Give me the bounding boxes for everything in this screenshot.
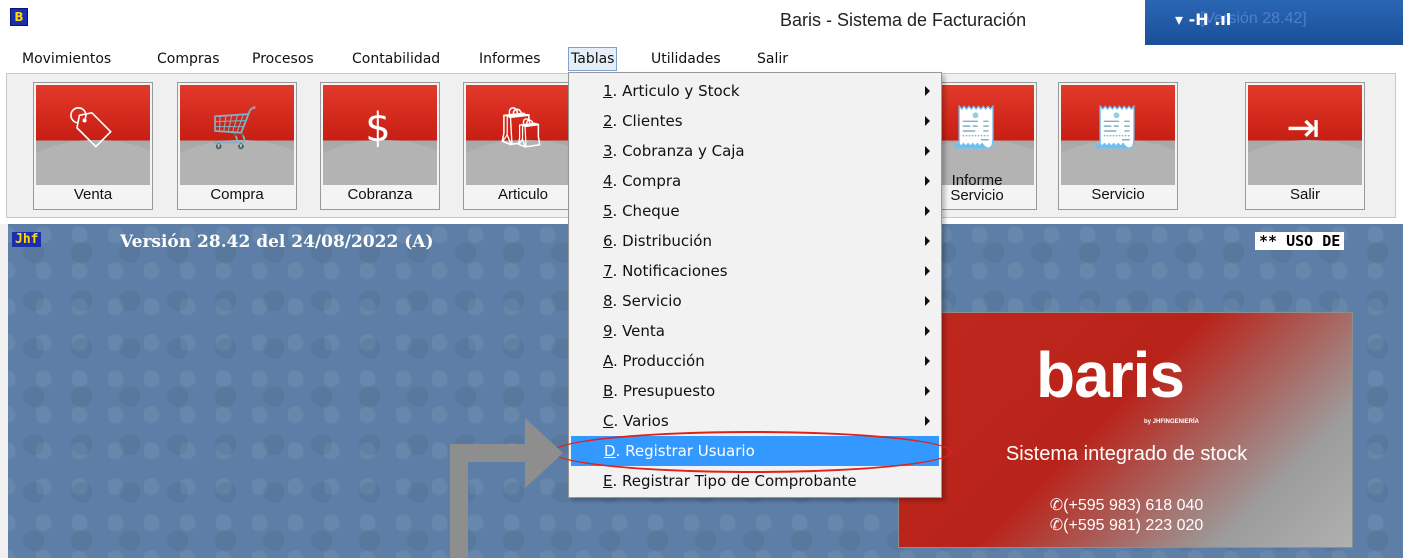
dropdown-item-distribucion[interactable]: 6. Distribución [570, 226, 940, 256]
compra-button[interactable]: 🛒 Compra [177, 82, 297, 210]
item-text: . Presupuesto [613, 382, 716, 400]
item-key: 2 [603, 112, 613, 130]
version-text: Versión 28.42 del 24/08/2022 (A) [120, 232, 434, 252]
item-text: . Venta [612, 322, 665, 340]
venta-button[interactable]: 🏷 Venta [33, 82, 153, 210]
item-text: . Cobranza y Caja [612, 142, 745, 160]
item-key: 9 [603, 322, 613, 340]
dropdown-item-articulo-stock[interactable]: 1. Articulo y Stock [570, 76, 940, 106]
bag-icon: 🛍 [495, 105, 547, 151]
dropdown-item-presupuesto[interactable]: B. Presupuesto [570, 376, 940, 406]
item-key: 1 [603, 82, 613, 100]
dropdown-item-servicio[interactable]: 8. Servicio [570, 286, 940, 316]
item-text: . Varios [613, 412, 669, 430]
pointer-arrow-icon [525, 418, 563, 488]
dropdown-item-compra[interactable]: 4. Compra [570, 166, 940, 196]
banner-phone-2: ✆(+595 981) 223 020 [1049, 517, 1204, 534]
baris-logo: baris [1036, 339, 1185, 411]
submenu-arrow-icon [925, 326, 930, 336]
menu-bar: Movimientos Compras Procesos Contabilida… [0, 45, 1403, 73]
venta-label: Venta [73, 186, 113, 203]
money-hand-icon: $ [365, 105, 391, 151]
servicio-label: Servicio [1091, 186, 1145, 203]
app-icon[interactable]: B [10, 8, 28, 26]
exit-icon: ⇥ [1286, 105, 1320, 151]
submenu-arrow-icon [925, 206, 930, 216]
dropdown-item-venta[interactable]: 9. Venta [570, 316, 940, 346]
menu-procesos[interactable]: Procesos [250, 47, 316, 71]
menu-compras[interactable]: Compras [155, 47, 222, 71]
submenu-arrow-icon [925, 176, 930, 186]
item-key: 6 [603, 232, 613, 250]
item-text: . Cheque [612, 202, 680, 220]
submenu-arrow-icon [925, 116, 930, 126]
cobranza-button[interactable]: $ Cobranza [320, 82, 440, 210]
cart-icon: 🛒 [210, 105, 260, 151]
jhf-badge: Jhf [12, 232, 42, 247]
dropdown-item-produccion[interactable]: A. Producción [570, 346, 940, 376]
invoice-icon: 🧾 [950, 105, 1000, 151]
submenu-arrow-icon [925, 296, 930, 306]
item-text: . Producción [613, 352, 705, 370]
submenu-arrow-icon [925, 416, 930, 426]
banner-phone-1: ✆(+595 983) 618 040 [1049, 497, 1204, 514]
invoice-hand-icon: 🧾 [1091, 105, 1141, 151]
menu-movimientos[interactable]: Movimientos [20, 47, 113, 71]
item-text: . Servicio [612, 292, 682, 310]
submenu-arrow-icon [925, 146, 930, 156]
menu-tablas[interactable]: Tablas [568, 47, 618, 71]
submenu-arrow-icon [925, 86, 930, 96]
item-text: . Clientes [612, 112, 683, 130]
banner-subtitle: Sistema integrado de stock [1005, 443, 1248, 465]
pointer-arrow-bend [450, 444, 530, 462]
left-strip [0, 224, 8, 558]
pointer-arrow-shaft [450, 462, 468, 558]
baris-banner: baris by JHFINGENIERÍA Sistema integrado… [898, 312, 1353, 548]
item-text: . Compra [612, 172, 682, 190]
window-title: Baris - Sistema de Facturación [780, 10, 1027, 30]
menu-contabilidad[interactable]: Contabilidad [350, 47, 442, 71]
servicio-button[interactable]: 🧾 Servicio [1058, 82, 1178, 210]
item-text: . Registrar Tipo de Comprobante [612, 472, 857, 490]
banner-by-text: by JHFINGENIERÍA [1144, 419, 1200, 425]
item-text: . Articulo y Stock [612, 82, 740, 100]
dropdown-item-cheque[interactable]: 5. Cheque [570, 196, 940, 226]
tag-icon: 🏷 [65, 105, 117, 151]
item-key: 5 [603, 202, 613, 220]
item-text: . Notificaciones [612, 262, 728, 280]
dropdown-item-notificaciones[interactable]: 7. Notificaciones [570, 256, 940, 286]
title-bar: B Baris - Sistema de Facturación [Versió… [0, 0, 1403, 45]
dropdown-item-clientes[interactable]: 2. Clientes [570, 106, 940, 136]
submenu-arrow-icon [925, 266, 930, 276]
dropdown-item-cobranza-caja[interactable]: 3. Cobranza y Caja [570, 136, 940, 166]
submenu-arrow-icon [925, 236, 930, 246]
articulo-button[interactable]: 🛍 Articulo [463, 82, 583, 210]
menu-utilidades[interactable]: Utilidades [649, 47, 723, 71]
salir-label: Salir [1289, 186, 1320, 203]
item-key: B [603, 382, 614, 400]
articulo-label: Articulo [497, 186, 549, 203]
compra-label: Compra [210, 186, 264, 203]
menu-salir[interactable]: Salir [755, 47, 790, 71]
cobranza-label: Cobranza [347, 186, 413, 203]
item-text: . Distribución [612, 232, 712, 250]
item-key: C [603, 412, 614, 430]
menu-informes[interactable]: Informes [477, 47, 543, 71]
item-key: A [603, 352, 613, 370]
highlight-ellipse [552, 431, 952, 473]
uso-text: ** USO DE [1255, 232, 1345, 250]
item-key: 4 [603, 172, 613, 190]
submenu-arrow-icon [925, 386, 930, 396]
submenu-arrow-icon [925, 356, 930, 366]
item-key: 8 [603, 292, 613, 310]
item-key: 7 [603, 262, 613, 280]
signal-icon: ▾ -H .ıl [1175, 10, 1232, 29]
item-key: 3 [603, 142, 613, 160]
salir-button[interactable]: ⇥ Salir [1245, 82, 1365, 210]
